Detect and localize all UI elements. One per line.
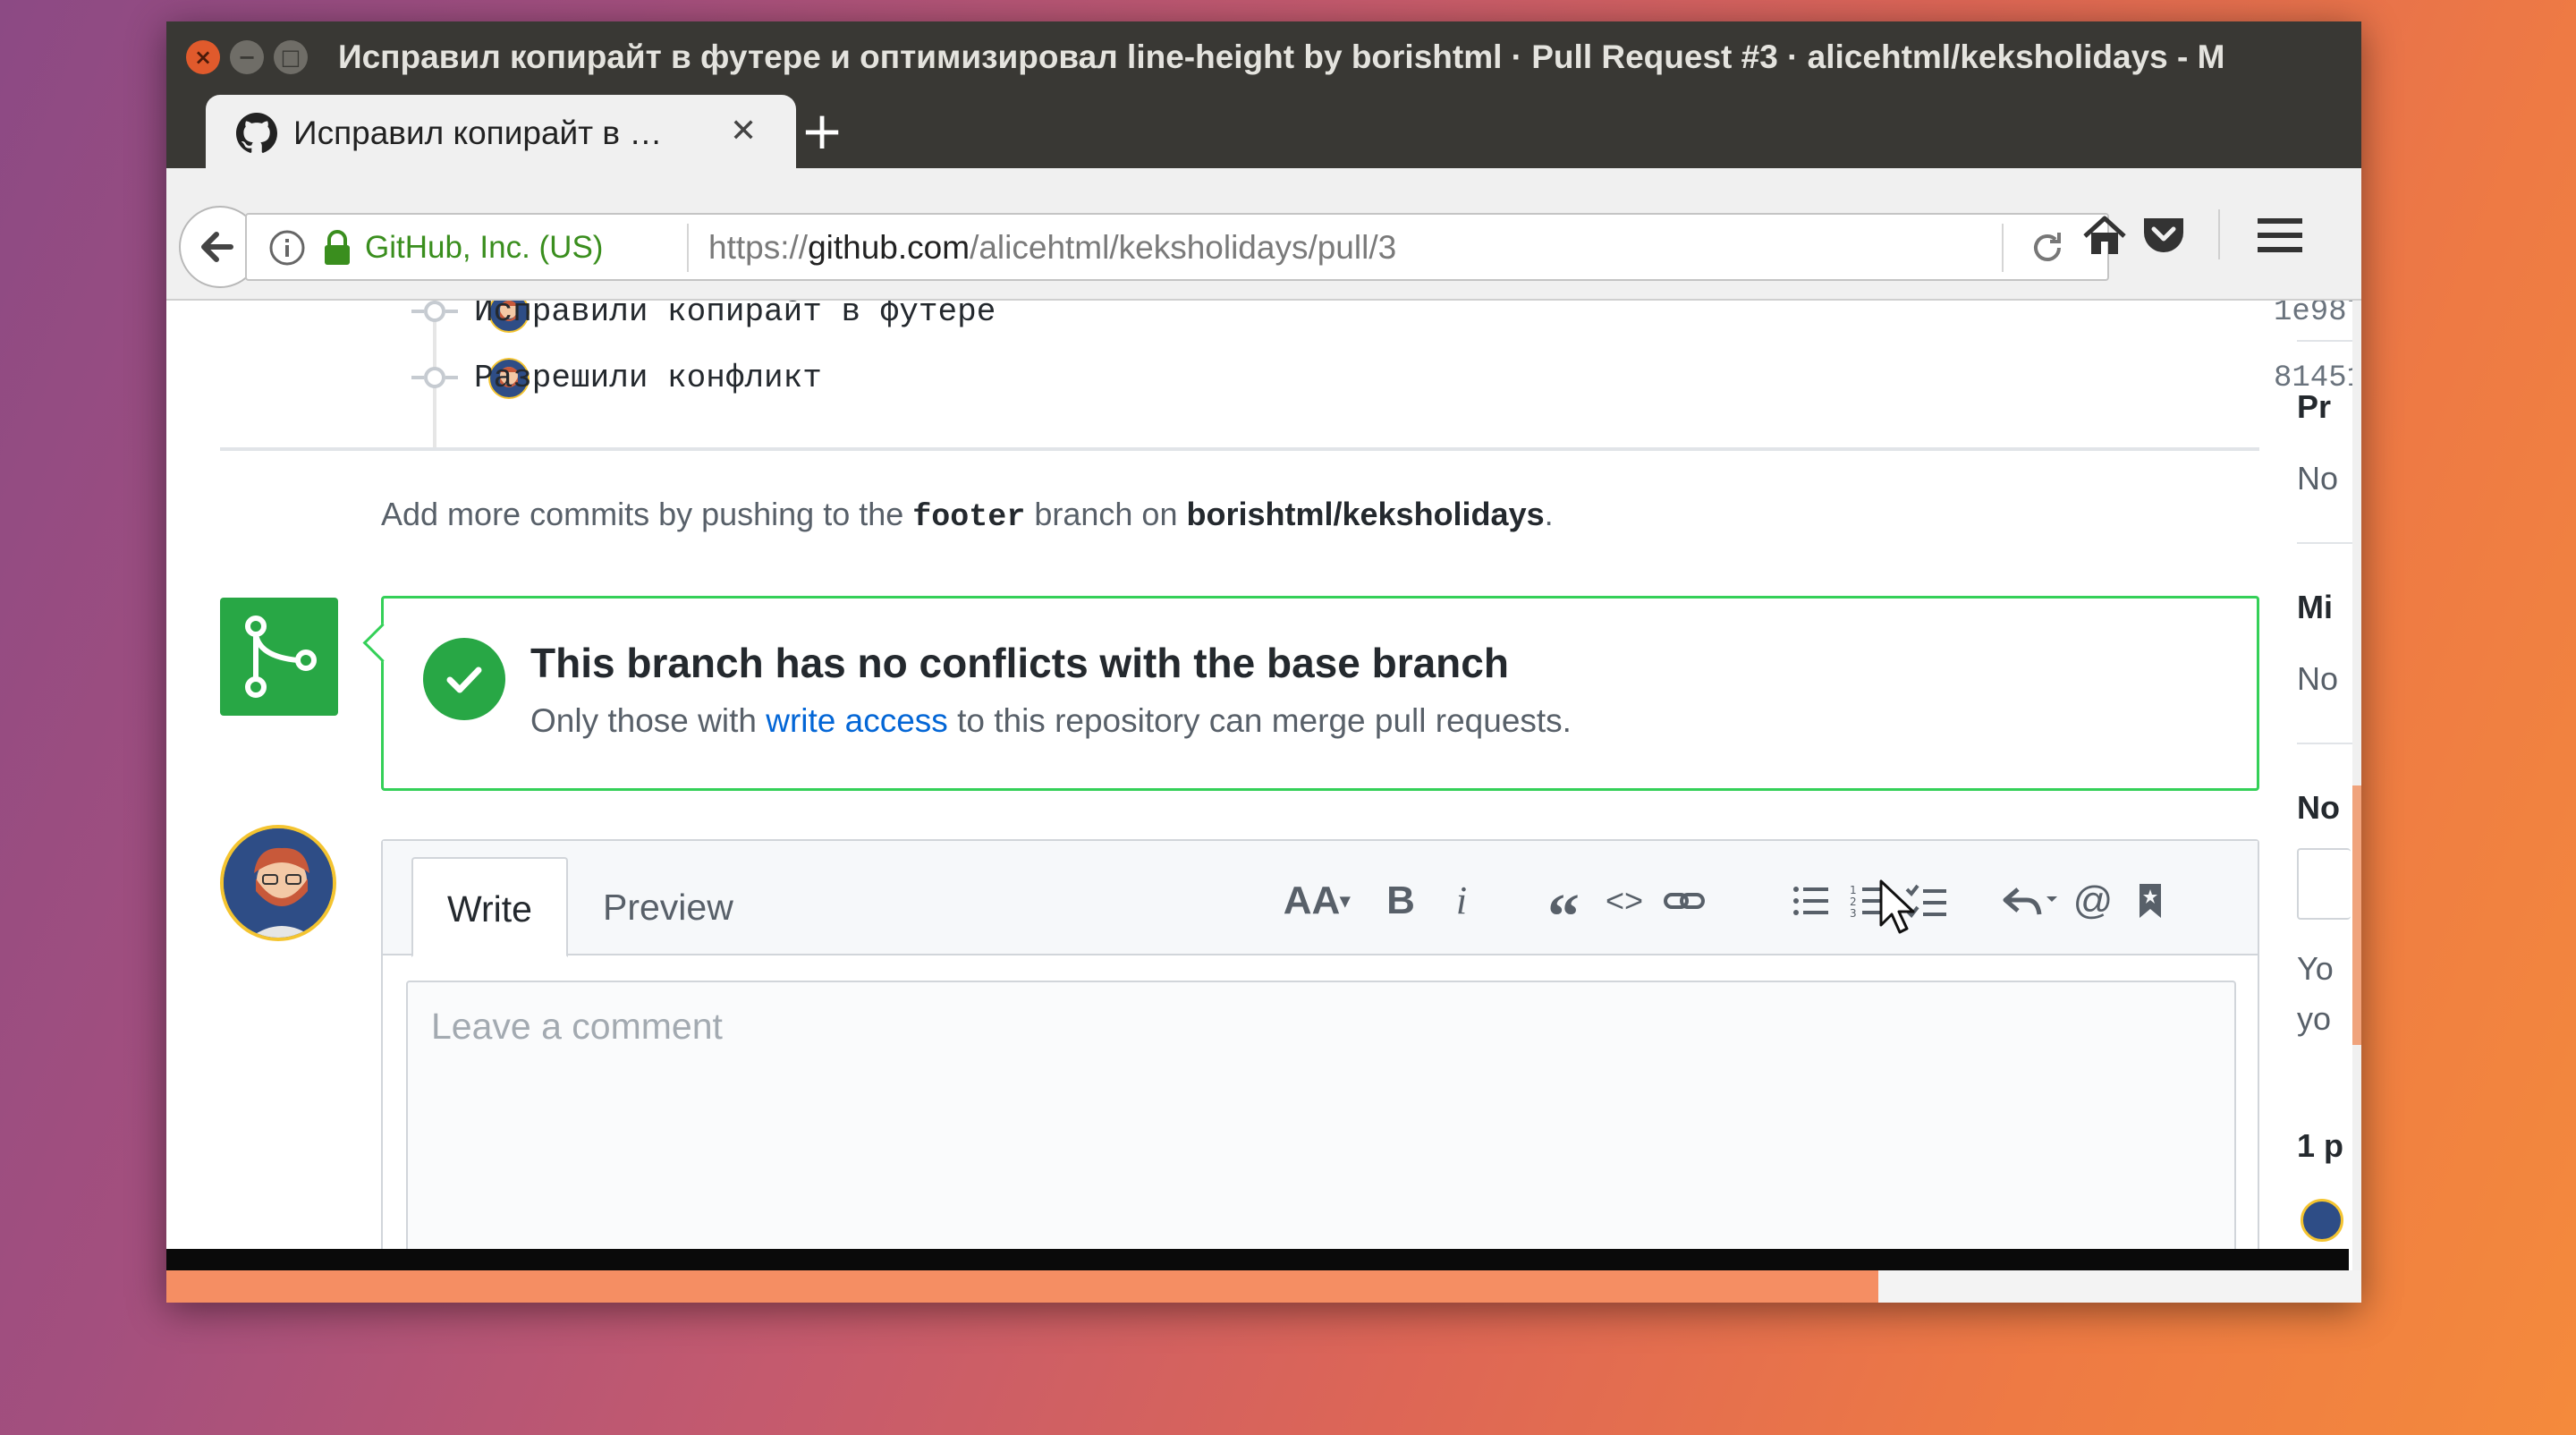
window-close-button[interactable]: × (186, 40, 220, 74)
video-letterbox-bar (166, 1249, 2349, 1270)
window-minimize-button[interactable]: − (230, 40, 264, 74)
browser-tab[interactable]: Исправил копирайт в … ✕ (206, 95, 796, 168)
home-icon[interactable] (2080, 211, 2129, 259)
commit-row: Разрешили конфликт 8145175 (411, 356, 2361, 401)
sidebar-text: Yo (2297, 950, 2334, 987)
mouse-cursor-icon (1879, 879, 1915, 934)
video-progress-fill (166, 1270, 1879, 1303)
new-tab-button[interactable]: + (792, 104, 852, 163)
heading-icon[interactable]: AA▾ (1281, 875, 1352, 927)
url-prefix: https:// (708, 229, 809, 266)
tab-title: Исправил копирайт в … (293, 115, 663, 151)
bookmark-icon[interactable] (2127, 875, 2174, 927)
write-access-link[interactable]: write access (766, 702, 948, 739)
branch-name: footer (912, 499, 1026, 535)
participant-avatar[interactable] (2301, 1199, 2343, 1242)
github-icon (236, 113, 277, 153)
url-path: /alicehtml/keksholidays/pull/3 (970, 229, 1397, 266)
sidebar-heading[interactable]: Pr (2297, 385, 2331, 429)
mention-icon[interactable]: @ (2070, 875, 2116, 927)
hamburger-menu-icon[interactable] (2258, 215, 2302, 256)
italic-icon[interactable]: i (1438, 875, 1485, 927)
push-note-suffix: . (1544, 496, 1554, 532)
heading-label: AA (1283, 879, 1341, 922)
current-user-avatar[interactable] (220, 825, 336, 941)
navigation-bar: GitHub, Inc. (US) https://github.com/ali… (166, 168, 2361, 301)
sidebar-value: No (2297, 460, 2339, 497)
commit-dot-icon (411, 367, 458, 388)
bold-icon[interactable]: B (1377, 875, 1424, 927)
check-circle-icon (423, 638, 505, 720)
repo-name[interactable]: borishtml/keksholidays (1186, 496, 1544, 532)
push-note-prefix: Add more commits by pushing to the (381, 496, 904, 532)
sidebar-value: No (2297, 660, 2339, 697)
svg-text:1: 1 (1850, 884, 1857, 896)
merge-sub-prefix: Only those with (530, 702, 757, 739)
commit-message[interactable]: Разрешили конфликт (474, 356, 822, 401)
sidebar-heading[interactable]: No (2297, 785, 2340, 830)
svg-text:2: 2 (1850, 896, 1857, 908)
window-maximize-button[interactable]: □ (274, 40, 308, 74)
merge-sub-suffix: to this repository can merge pull reques… (957, 702, 1572, 739)
url-host: github.com (808, 229, 970, 266)
merge-status-box: This branch has no conflicts with the ba… (381, 596, 2259, 791)
url-separator (687, 224, 689, 272)
page-content: Исправили копирайт в футере 1e987fc Разр… (166, 301, 2361, 1272)
code-icon[interactable]: <> (1601, 875, 1648, 927)
push-note-middle: branch on (1034, 496, 1178, 532)
svg-text:3: 3 (1850, 907, 1857, 920)
reload-icon[interactable] (2027, 227, 2068, 268)
site-identity[interactable]: GitHub, Inc. (US) (365, 227, 603, 268)
nav-separator (2218, 209, 2220, 259)
link-icon[interactable] (1662, 875, 1708, 927)
git-merge-icon (245, 616, 317, 698)
video-progress-bar[interactable] (166, 1270, 2361, 1303)
url-text[interactable]: https://github.com/alicehtml/keksholiday… (708, 227, 1396, 268)
push-note: Add more commits by pushing to the foote… (381, 492, 1554, 539)
comment-placeholder: Leave a comment (431, 1006, 723, 1047)
reply-icon[interactable] (2000, 875, 2063, 927)
quote-icon[interactable]: “ (1540, 875, 1587, 952)
comment-form: Write Preview AA▾ B i “ <> 1 2 3 @ Leave… (381, 839, 2259, 1272)
url-bar[interactable]: GitHub, Inc. (US) https://github.com/ali… (245, 213, 2109, 281)
vertical-scrollbar[interactable] (2352, 301, 2361, 1272)
sidebar-heading: 1 p (2297, 1127, 2344, 1164)
commit-message[interactable]: Исправили копирайт в футере (474, 301, 996, 335)
pocket-icon[interactable] (2140, 211, 2188, 259)
tab-close-icon[interactable]: ✕ (730, 111, 757, 152)
reload-separator (2002, 224, 2004, 272)
tab-preview[interactable]: Preview (569, 857, 767, 957)
tab-write[interactable]: Write (411, 857, 568, 957)
sidebar-heading[interactable]: Mi (2297, 585, 2333, 630)
scrollbar-thumb[interactable] (2352, 785, 2361, 1045)
title-bar: × − □ Исправил копирайт в футере и оптим… (166, 21, 2361, 168)
browser-window: × − □ Исправил копирайт в футере и оптим… (166, 21, 2361, 1303)
merge-icon-badge (220, 598, 338, 716)
merge-status-subtitle: Only those with write access to this rep… (530, 699, 1572, 743)
sidebar-text: yo (2297, 1000, 2332, 1037)
heading-caret-icon: ▾ (1340, 889, 1351, 912)
window-title: Исправил копирайт в футере и оптимизиров… (338, 38, 2225, 75)
info-icon[interactable] (268, 229, 306, 267)
timeline-divider (220, 447, 2259, 451)
sidebar-button[interactable] (2297, 848, 2351, 920)
comment-toolbar: Write Preview AA▾ B i “ <> 1 2 3 @ (383, 841, 2258, 957)
unordered-list-icon[interactable] (1787, 875, 1834, 927)
commit-row: Исправили копирайт в футере 1e987fc (411, 301, 2361, 335)
lock-icon (325, 230, 350, 265)
merge-status-title: This branch has no conflicts with the ba… (530, 640, 1509, 686)
comment-textarea[interactable]: Leave a comment (406, 981, 2236, 1272)
commit-dot-icon (411, 301, 458, 322)
